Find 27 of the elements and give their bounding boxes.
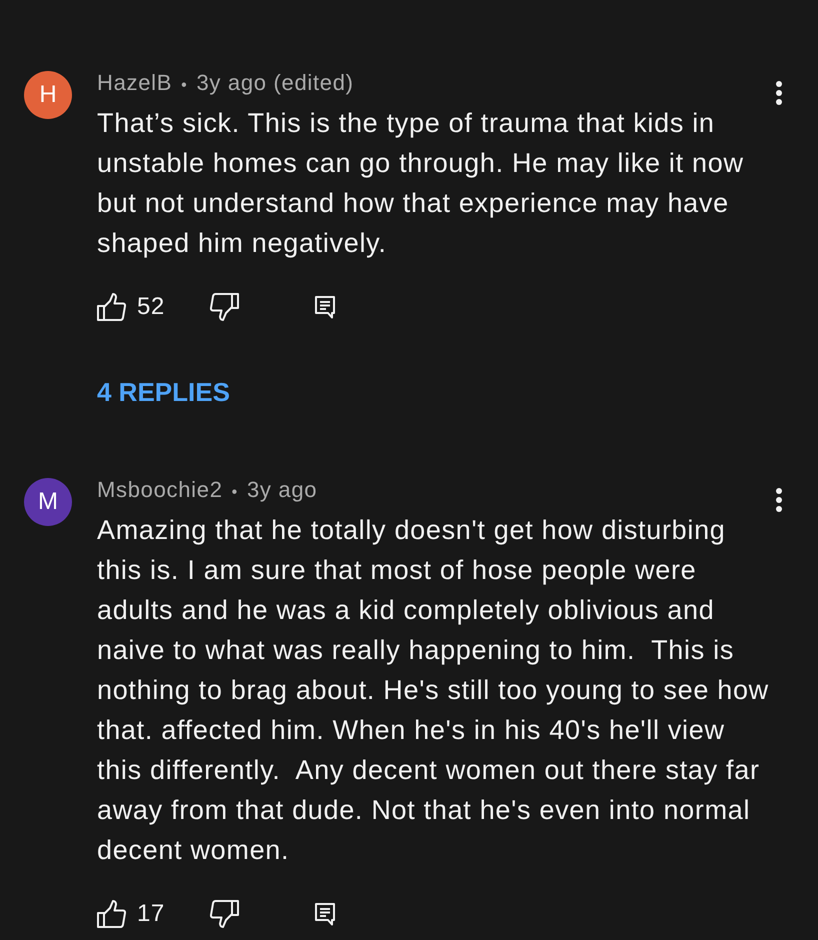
thumbs-down-icon: [210, 292, 239, 322]
more-options-button[interactable]: [776, 81, 782, 105]
comment-icon: [315, 296, 335, 318]
reply-button[interactable]: [315, 902, 335, 926]
thumbs-down-icon: [210, 900, 239, 928]
separator-dot: •: [181, 76, 188, 96]
thumbs-up-icon: [97, 292, 126, 322]
author-name[interactable]: HazelB: [97, 69, 172, 97]
more-options-icon: [776, 488, 782, 512]
comment-time: 3y ago (edited): [196, 69, 354, 97]
comment-time: 3y ago: [246, 476, 318, 504]
more-options-icon: [776, 81, 782, 105]
dislike-button[interactable]: [210, 900, 239, 928]
comment-text: Amazing that he totally doesn't get how disturbing this is. I am sure that most of hose people were adults and he was a kid completely oblivious and naive to what was really happening to him. This is nothing to brag about. He's still too young to see how that. affected him. When he's in his 40's he'll view this differently. Any decent women out there stay far away from that dude. Not that he's even into normal decent women.: [97, 514, 770, 867]
reply-button[interactable]: [315, 296, 335, 318]
replies-button[interactable]: 4 REPLIES: [97, 376, 230, 408]
avatar: M: [24, 478, 72, 526]
separator-dot: •: [232, 483, 238, 503]
author-name[interactable]: Msboochie2: [97, 476, 223, 504]
dislike-button[interactable]: [210, 292, 239, 322]
more-options-button[interactable]: [776, 488, 782, 512]
comment-icon: [315, 902, 335, 926]
like-button[interactable]: 17: [97, 900, 210, 928]
avatar: H: [24, 71, 72, 119]
thumbs-up-icon: [97, 900, 126, 928]
like-button[interactable]: 52: [97, 292, 210, 322]
comment-text: That’s sick. This is the type of trauma that kids in unstable homes can go through. He may like it now but not understand how that experience may have shaped him negatively.: [97, 107, 745, 260]
